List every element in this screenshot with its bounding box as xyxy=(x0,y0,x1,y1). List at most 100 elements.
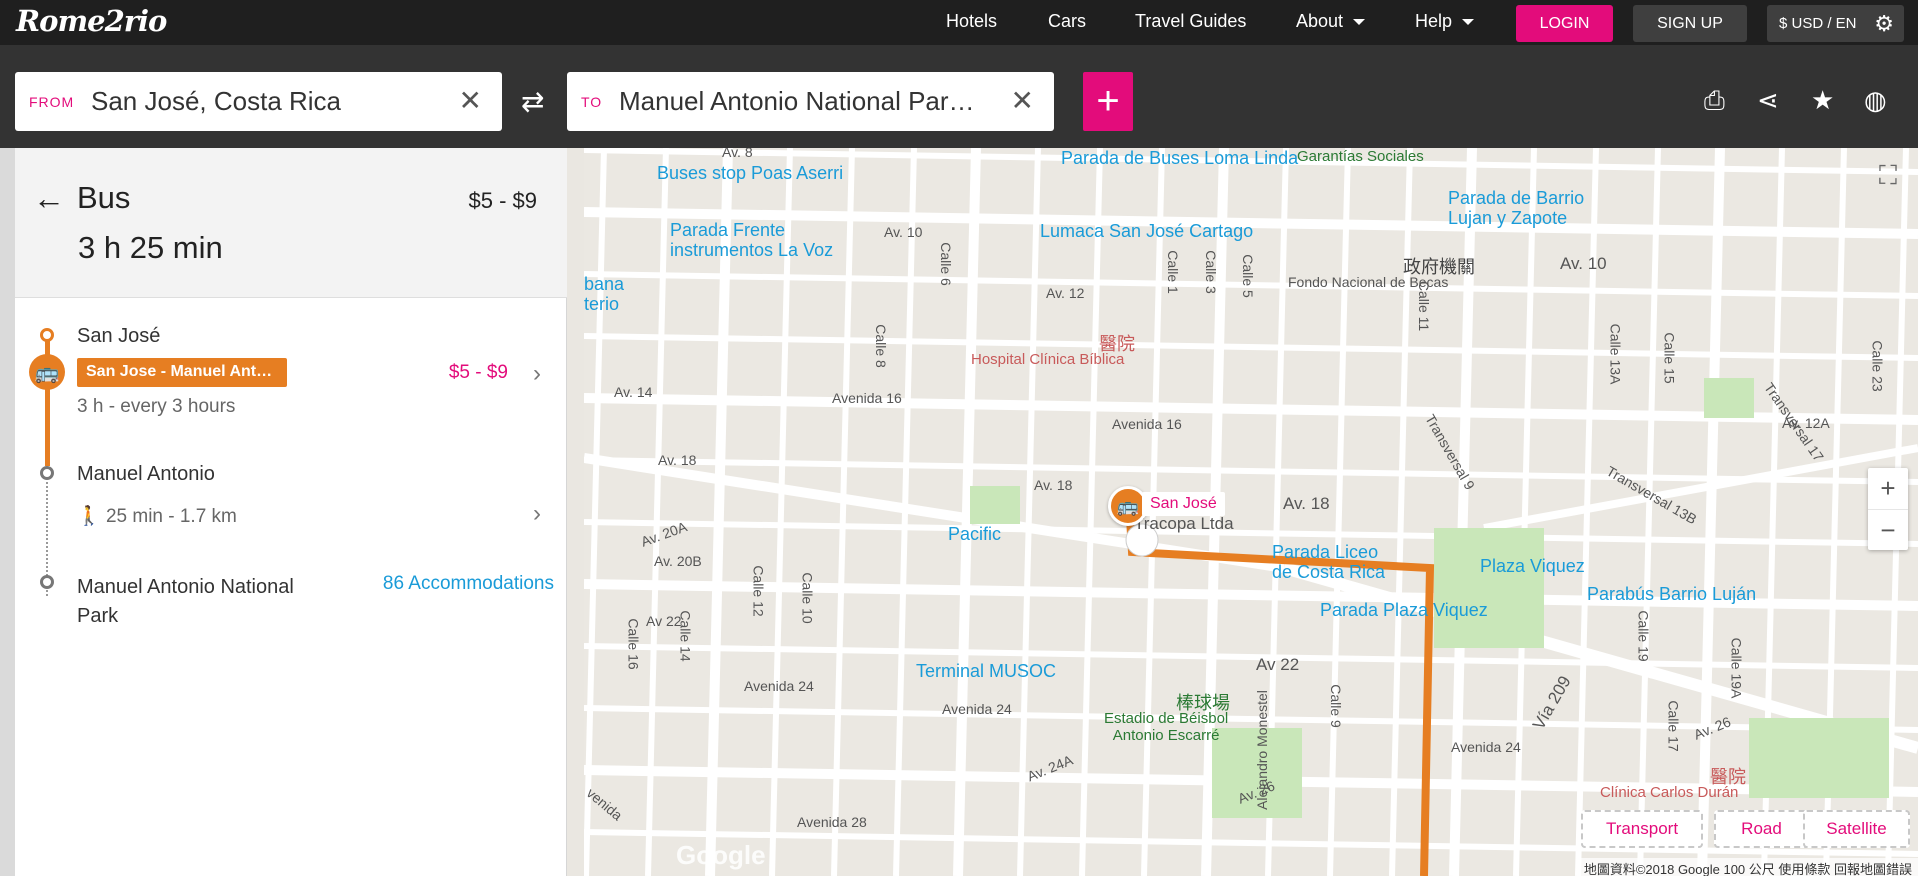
chevron-down-icon xyxy=(1353,19,1366,26)
nav-help-label: Help xyxy=(1415,11,1453,31)
street-calle15: Calle 15 xyxy=(1661,332,1678,384)
street-calle8: Calle 8 xyxy=(872,324,889,368)
walk-leg[interactable]: 🚶 25 min - 1.7 km xyxy=(77,504,237,528)
map-attribution[interactable]: 地圖資料©2018 Google 100 公尺 使用條款 回報地圖錯誤 xyxy=(1577,858,1918,876)
share-icon[interactable]: ⋖ xyxy=(1757,85,1779,116)
street-line xyxy=(1483,444,1918,532)
street-av12a: Av. 12A xyxy=(1782,415,1830,431)
panel-gutter xyxy=(0,148,15,876)
from-label: FROM xyxy=(29,94,75,110)
signup-button[interactable]: SIGN UP xyxy=(1633,5,1747,42)
street-av18-b: Av. 18 xyxy=(1034,477,1073,493)
route-panel: ← Bus $5 - $9 3 h 25 min 🚌 San José San … xyxy=(15,148,567,876)
street-av18-a: Av. 18 xyxy=(658,452,697,468)
map-label-terminal-musoc[interactable]: Terminal MUSOC xyxy=(916,661,1056,682)
street-calle19: Calle 19 xyxy=(1635,610,1652,662)
bus-icon: 🚌 xyxy=(29,354,65,390)
street-line xyxy=(584,519,1918,547)
zoom-in-button[interactable]: + xyxy=(1868,468,1908,509)
street-line xyxy=(1513,148,1537,876)
street-calle3: Calle 3 xyxy=(1202,250,1219,294)
nav-travel-guides[interactable]: Travel Guides xyxy=(1135,11,1246,32)
map-label-parada-plaza[interactable]: Parada Plaza Viquez xyxy=(1320,600,1488,621)
map-label-parada-barrio[interactable]: Parada de Barrio Lujan y Zapote xyxy=(1448,188,1584,228)
stop-destination[interactable]: Manuel Antonio National Park xyxy=(77,573,317,631)
chevron-right-icon[interactable]: › xyxy=(533,360,541,388)
walk-leg-info: 25 min - 1.7 km xyxy=(105,506,237,527)
street-calle11: Calle 11 xyxy=(1416,280,1433,332)
to-input[interactable]: Manuel Antonio National Park, Costa Rica xyxy=(619,86,979,117)
map-toggle-satellite[interactable]: Satellite xyxy=(1803,810,1910,848)
map-label-tracopa: Tracopa Ltda xyxy=(1134,514,1234,533)
street-av8: Av. 8 xyxy=(722,148,753,160)
street-calle16: Calle 16 xyxy=(625,618,642,670)
street-av14: Av. 14 xyxy=(614,384,653,400)
street-line xyxy=(831,148,855,876)
map-toggle-road[interactable]: Road xyxy=(1714,810,1809,848)
map-label-parada-buses[interactable]: Parada de Buses Loma Linda xyxy=(1061,148,1298,168)
nav-hotels[interactable]: Hotels xyxy=(946,11,997,32)
chevron-right-icon[interactable]: › xyxy=(533,500,541,528)
nav-about[interactable]: About xyxy=(1296,11,1366,32)
street-calle14: Calle 14 xyxy=(677,610,694,662)
stop-transfer[interactable]: Manuel Antonio xyxy=(77,463,215,486)
map-label-plaza-viquez[interactable]: Plaza Viquez xyxy=(1480,556,1585,577)
street-avenida24-b: Avenida 24 xyxy=(942,701,1012,717)
to-field[interactable]: TO Manuel Antonio National Park, Costa R… xyxy=(567,72,1054,131)
origin-pin-label[interactable]: San José xyxy=(1142,492,1225,516)
stop-origin[interactable]: San José xyxy=(77,325,160,348)
map-toggle-transport[interactable]: Transport xyxy=(1581,810,1703,848)
login-button[interactable]: LOGIN xyxy=(1516,5,1613,42)
fullscreen-icon[interactable]: ⛶ xyxy=(1868,156,1908,196)
street-line xyxy=(1079,148,1103,876)
street-av18-c: Av. 18 xyxy=(1283,494,1330,513)
from-field[interactable]: FROM San José, Costa Rica ✕ xyxy=(15,72,502,131)
print-icon[interactable]: ⎙ xyxy=(1704,85,1725,117)
street-avenida16-b: Avenida 16 xyxy=(1112,416,1182,432)
street-calle19a: Calle 19A xyxy=(1728,637,1745,699)
street-calle10: Calle 10 xyxy=(799,572,816,624)
bus-leg-info: 3 h - every 3 hours xyxy=(77,396,236,417)
map-label-hospital[interactable]: Hospital Clínica Bíblica xyxy=(971,351,1124,368)
bus-line-badge[interactable]: San Jose - Manuel Antonio xyxy=(77,358,287,387)
route-duration: 3 h 25 min xyxy=(78,230,223,265)
map-label-lumaca[interactable]: Lumaca San José Cartago xyxy=(1040,221,1253,242)
clear-to-icon[interactable]: ✕ xyxy=(1011,84,1034,117)
map-label-estadio[interactable]: Estadio de Béisbol Antonio Escarré xyxy=(1104,710,1228,744)
add-destination-button[interactable]: + xyxy=(1083,72,1133,131)
street-line xyxy=(1327,148,1351,876)
nav-help[interactable]: Help xyxy=(1415,11,1475,32)
nav-about-label: About xyxy=(1296,11,1344,31)
map-label-parada-liceo[interactable]: Parada Liceo de Costa Rica xyxy=(1272,542,1385,582)
map-label-pacific[interactable]: Pacific xyxy=(948,524,1001,545)
globe-icon[interactable]: ◍ xyxy=(1864,85,1887,116)
clear-from-icon[interactable]: ✕ xyxy=(459,84,482,117)
map-label-buses-stop[interactable]: Buses stop Poas Aserri xyxy=(657,163,843,184)
nav-cars[interactable]: Cars xyxy=(1048,11,1086,32)
map-label-parabus[interactable]: Parabús Barrio Luján xyxy=(1587,584,1756,605)
street-calle13a: Calle 13A xyxy=(1607,323,1624,385)
star-icon[interactable]: ★ xyxy=(1811,85,1834,116)
street-calle1: Calle 1 xyxy=(1164,250,1181,294)
map-label-clinica[interactable]: Clínica Carlos Durán xyxy=(1600,784,1738,801)
street-av10-a: Av. 10 xyxy=(884,224,923,240)
top-nav: Rome2rio Hotels Cars Travel Guides About… xyxy=(0,0,1918,45)
route-map[interactable]: Parada de Buses Loma Linda Buses stop Po… xyxy=(584,148,1918,876)
street-avenida16-a: Avenida 16 xyxy=(832,390,902,406)
zoom-out-button[interactable]: − xyxy=(1868,509,1908,550)
back-arrow-icon[interactable]: ← xyxy=(33,180,65,217)
rome2rio-logo[interactable]: Rome2rio xyxy=(16,4,167,38)
accommodations-link[interactable]: 86 Accommodations xyxy=(383,573,554,595)
street-avenida24-a: Avenida 24 xyxy=(744,678,814,694)
map-label-parada-frente[interactable]: Parada Frente instrumentos La Voz xyxy=(670,220,833,260)
from-input[interactable]: San José, Costa Rica xyxy=(91,86,451,117)
route-header: ← Bus $5 - $9 3 h 25 min xyxy=(15,148,567,298)
swap-icon[interactable]: ⇄ xyxy=(521,85,544,118)
street-calle5: Calle 5 xyxy=(1239,254,1256,298)
street-avenida28: Avenida 28 xyxy=(797,814,867,830)
street-av20b: Av. 20B xyxy=(654,553,702,569)
street-av12: Av. 12 xyxy=(1046,285,1085,301)
currency-language-button[interactable]: $ USD / EN ⚙ xyxy=(1767,5,1904,42)
origin-stop-dot xyxy=(40,328,54,342)
map-label-garantias[interactable]: Garantías Sociales xyxy=(1297,148,1424,165)
